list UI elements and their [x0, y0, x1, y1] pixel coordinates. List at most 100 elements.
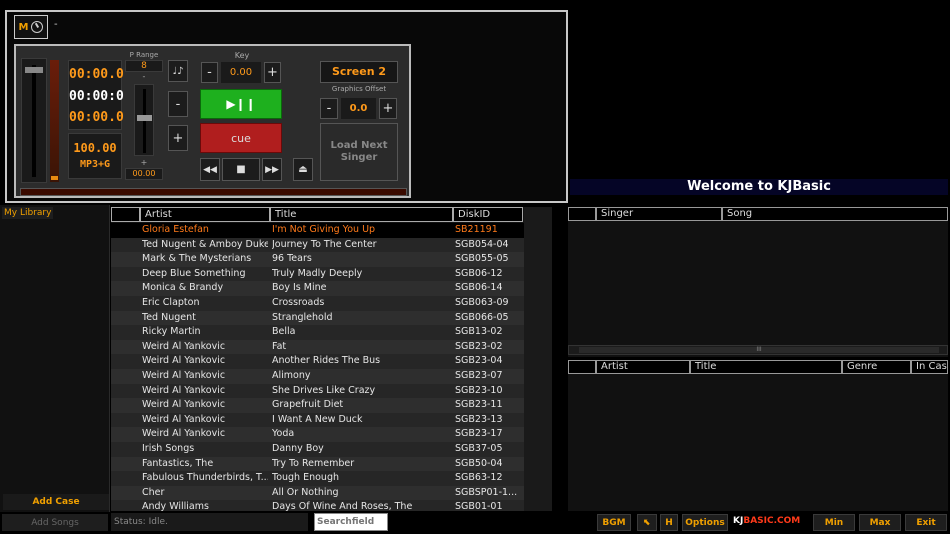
cell-title: All Or Nothing: [272, 486, 339, 498]
graphics-minus-button[interactable]: -: [320, 98, 338, 119]
cell-diskid: SGB63-12: [455, 472, 503, 484]
cell-diskid: SGB13-02: [455, 326, 503, 338]
exit-button[interactable]: Exit: [905, 514, 947, 531]
format-display: 100.00 MP3+G: [68, 133, 122, 179]
volume-track: [21, 58, 47, 183]
progress-bar[interactable]: [20, 188, 407, 196]
cell-title: Tough Enough: [272, 472, 340, 484]
col-singer[interactable]: Singer: [596, 207, 722, 221]
table-row[interactable]: Gloria Estefan I'm Not Giving You Up SB211…: [111, 223, 524, 238]
table-row[interactable]: Weird Al Yankovic Yoda SGB23-17: [111, 427, 524, 442]
table-row[interactable]: Weird Al Yankovic I Want A New Duck SGB23-…: [111, 412, 524, 428]
table-row[interactable]: Weird Al Yankovic She Drives Like Crazy SG…: [111, 383, 524, 399]
search-input[interactable]: [314, 513, 388, 531]
queue-row-header: [568, 207, 596, 221]
cell-artist: Fantastics, The: [142, 457, 214, 469]
screen-select[interactable]: Screen 2: [320, 61, 398, 83]
pitch-slider[interactable]: [137, 115, 152, 121]
table-row[interactable]: Weird Al Yankovic Alimony SGB23-07: [111, 369, 524, 384]
min-button[interactable]: Min: [813, 514, 855, 531]
cell-diskid: SGB23-07: [455, 370, 503, 381]
col-hist-genre[interactable]: Genre: [842, 360, 911, 374]
table-row[interactable]: Weird Al Yankovic Another Rides The Bus SG…: [111, 354, 524, 369]
cell-artist: Irish Songs: [142, 443, 195, 454]
cell-title: Boy Is Mine: [272, 282, 327, 294]
row-header: [111, 207, 140, 222]
col-artist[interactable]: Artist: [140, 207, 270, 222]
max-button[interactable]: Max: [859, 514, 901, 531]
cue-button[interactable]: cue: [200, 123, 282, 153]
col-hist-artist[interactable]: Artist: [596, 360, 690, 374]
table-row[interactable]: Monica & Brandy Boy Is Mine SGB06-14: [111, 281, 524, 296]
cell-artist: Cher: [142, 486, 165, 498]
key-label: Key: [234, 51, 250, 60]
table-row[interactable]: Ricky Martin Bella SGB13-02: [111, 325, 524, 340]
table-row[interactable]: Ted Nugent Stranglehold SGB066-05: [111, 310, 524, 326]
music-note-button[interactable]: ♩♪: [168, 60, 188, 82]
table-row[interactable]: Irish Songs Danny Boy SGB37-05: [111, 442, 524, 457]
clock-icon: [31, 21, 44, 33]
h-button[interactable]: H: [660, 514, 678, 531]
cell-artist: Deep Blue Something: [142, 267, 246, 279]
eject-button[interactable]: ⏏: [293, 158, 313, 181]
cell-diskid: SGB50-04: [455, 457, 503, 469]
my-library-tab[interactable]: My Library: [2, 207, 54, 219]
col-title[interactable]: Title: [270, 207, 453, 222]
table-row[interactable]: Mark & The Mysterians 96 Tears SGB055-05: [111, 252, 524, 267]
key-minus-button[interactable]: -: [201, 62, 218, 83]
cell-artist: Weird Al Yankovic: [142, 384, 226, 396]
options-button[interactable]: Options: [682, 514, 728, 531]
cell-artist: Ricky Martin: [142, 326, 201, 338]
add-case-button[interactable]: Add Case: [3, 494, 109, 510]
volume-slider[interactable]: [25, 67, 43, 73]
table-row[interactable]: Weird Al Yankovic Grapefruit Diet SGB23-11: [111, 398, 524, 413]
table-row[interactable]: Cher All Or Nothing SGBSP01-1...: [111, 485, 524, 501]
side-minus-button[interactable]: -: [168, 91, 188, 117]
side-plus-button[interactable]: +: [168, 125, 188, 151]
table-row[interactable]: Fantastics, The Try To Remember SGB50-04: [111, 456, 524, 472]
mode-toggle-button[interactable]: M: [14, 15, 48, 39]
kjbasic-logo[interactable]: KJBASIC.COM: [733, 516, 800, 526]
cell-artist: Monica & Brandy: [142, 282, 224, 294]
col-hist-incase[interactable]: In Case: [911, 360, 948, 374]
tempo-value: 100.00: [73, 141, 117, 155]
cell-artist: Andy Williams: [142, 501, 209, 511]
rewind-button[interactable]: ◀◀: [200, 158, 220, 181]
fast-forward-button[interactable]: ▶▶: [262, 158, 282, 181]
load-next-singer-button[interactable]: Load Next Singer: [320, 123, 398, 181]
queue-hscrollbar[interactable]: III: [568, 345, 948, 355]
status-text: Status: Idle.: [111, 513, 308, 531]
cell-diskid: SGB23-04: [455, 355, 503, 367]
pitch-plus-label: +: [140, 158, 148, 167]
pin-button[interactable]: ⬉: [637, 514, 657, 531]
table-row[interactable]: Eric Clapton Crossroads SGB063-09: [111, 296, 524, 311]
logo-basic: BASIC.COM: [743, 516, 801, 526]
col-song[interactable]: Song: [722, 207, 948, 221]
cell-artist: Weird Al Yankovic: [142, 399, 226, 411]
bgm-button[interactable]: BGM: [597, 514, 631, 531]
cell-title: I Want A New Duck: [272, 413, 363, 425]
col-diskid[interactable]: DiskID: [453, 207, 523, 222]
key-plus-button[interactable]: +: [264, 62, 281, 83]
table-row[interactable]: Weird Al Yankovic Fat SGB23-02: [111, 339, 524, 355]
song-list-scrollbar[interactable]: [524, 207, 552, 511]
stop-icon: ■: [236, 164, 246, 175]
cell-artist: Weird Al Yankovic: [142, 428, 226, 440]
history-list: Artist Title Genre In Case: [568, 360, 948, 511]
music-note-icon: ♩♪: [172, 65, 184, 77]
player-panel: 00:00.0 00:00:0 00:00.0 100.00 MP3+G P R…: [14, 44, 411, 198]
table-row[interactable]: Andy Williams Days Of Wine And Roses, The…: [111, 500, 524, 511]
play-pause-button[interactable]: ▶❙❙: [200, 89, 282, 119]
table-row[interactable]: Deep Blue Something Truly Madly Deeply SGB…: [111, 266, 524, 282]
table-row[interactable]: Fabulous Thunderbirds, T... Tough Enough S…: [111, 471, 524, 486]
queue-scroll-thumb[interactable]: III: [579, 347, 939, 353]
table-row[interactable]: Ted Nugent & Amboy Dukes Journey To The C…: [111, 237, 524, 253]
add-songs-button[interactable]: Add Songs: [2, 514, 108, 531]
cell-title: Try To Remember: [272, 457, 355, 469]
title-dash: -: [54, 19, 58, 30]
cell-title: Alimony: [272, 370, 311, 381]
prange-value[interactable]: 8: [125, 60, 163, 72]
stop-button[interactable]: ■: [222, 158, 260, 181]
col-hist-title[interactable]: Title: [690, 360, 842, 374]
graphics-plus-button[interactable]: +: [379, 98, 397, 119]
